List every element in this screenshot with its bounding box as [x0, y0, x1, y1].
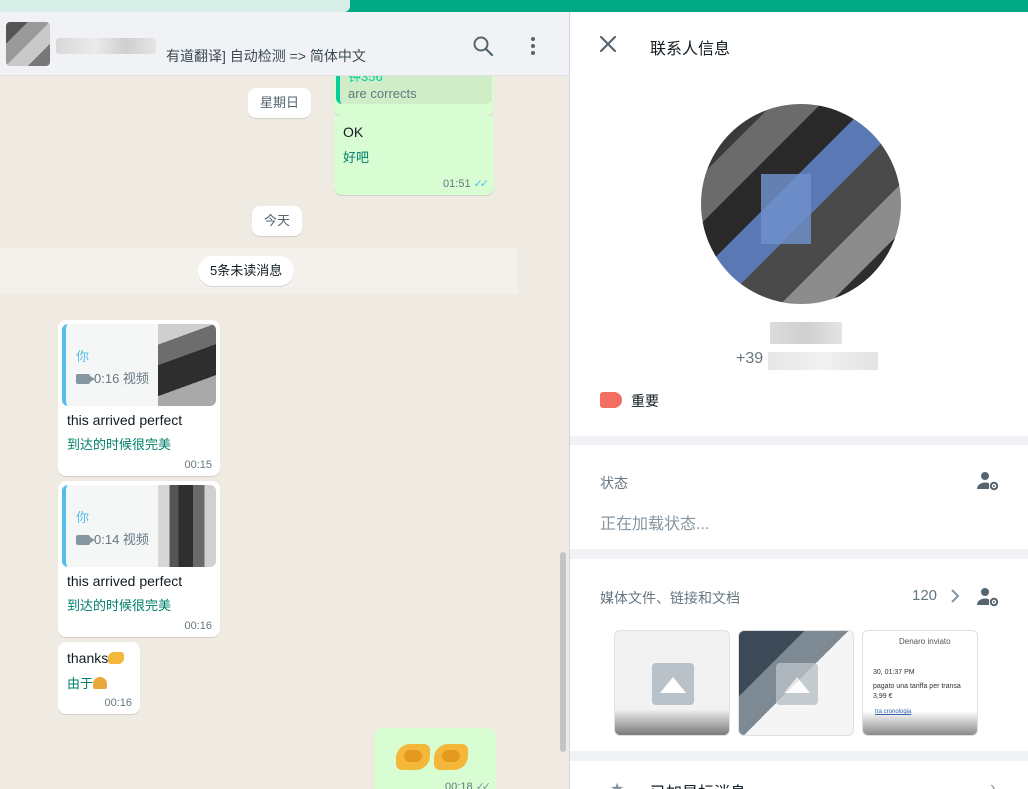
person-gear-icon[interactable] — [976, 469, 1000, 493]
media-thumbnail[interactable] — [614, 630, 730, 736]
profile-section: +39 重要 — [570, 74, 1028, 436]
label-tag-icon[interactable] — [600, 392, 622, 408]
quoted-text: are corrects — [348, 86, 417, 101]
person-gear-icon[interactable] — [976, 585, 1000, 609]
message-list[interactable]: 钟356 are corrects OK 好吧 01:51 ✓✓ 星期日 今天 5… — [0, 60, 569, 789]
video-thumbnail[interactable] — [158, 485, 216, 567]
media-count: 120 — [912, 587, 938, 604]
profile-photo[interactable] — [701, 104, 901, 304]
doc-line: pagato una tariffa per transa — [873, 683, 961, 690]
unread-count-chip: 5条未读消息 — [198, 256, 295, 286]
incoming-message[interactable]: 你 0:14 视频 this arrived perfect 到达的时候很完美 … — [58, 481, 220, 637]
media-thumbnail[interactable] — [738, 630, 854, 736]
chat-scrollbar[interactable] — [560, 552, 566, 752]
chevron-right-icon[interactable] — [948, 588, 962, 604]
contact-info-header: 联系人信息 — [570, 12, 1028, 74]
image-placeholder-icon — [652, 663, 694, 705]
contact-info-pane: 联系人信息 +39 重要 状态 正在加载状态... 媒体文件、链接和文档 120 — [569, 12, 1028, 789]
doc-line: 3,99 € — [873, 693, 893, 700]
double-check-icon: ✓✓ — [473, 178, 490, 190]
message-text: this arrived perfect — [67, 412, 183, 428]
contact-name-blurred — [770, 322, 842, 344]
search-icon[interactable] — [471, 34, 495, 58]
doc-title: Denaro inviato — [899, 637, 951, 646]
unread-banner: 5条未读消息 — [0, 248, 518, 294]
close-icon[interactable] — [598, 34, 618, 54]
contact-info-title: 联系人信息 — [650, 41, 731, 58]
incoming-message[interactable]: 你 0:16 视频 this arrived perfect 到达的时候很完美 … — [58, 320, 220, 476]
double-check-icon: ✓✓ — [475, 781, 492, 789]
browser-tab[interactable] — [0, 0, 350, 12]
status-value: 正在加载状态... — [600, 516, 710, 533]
message-time: 00:15 — [184, 459, 212, 471]
message-translation: 由于 — [67, 673, 108, 692]
outgoing-message[interactable]: OK 好吧 01:51 ✓✓ — [334, 116, 494, 195]
quoted-author: 你 — [76, 510, 90, 525]
message-translation: 好吧 — [343, 150, 370, 165]
media-section[interactable]: 媒体文件、链接和文档 120 Denaro inviato 30, 01:37 … — [570, 559, 1028, 751]
video-thumbnail[interactable] — [158, 324, 216, 406]
message-time: 00:16 — [184, 620, 212, 632]
message-translation: 到达的时候很完美 — [67, 598, 172, 613]
message-translation: 到达的时候很完美 — [67, 437, 172, 452]
chat-header-title: 有道翻译] 自动检测 => 简体中文 — [166, 48, 366, 64]
message-text: OK — [343, 124, 364, 140]
star-icon: ★ — [610, 779, 624, 789]
date-chip-today: 今天 — [252, 206, 303, 236]
chat-pane: 有道翻译] 自动检测 => 简体中文 钟356 are corrects OK … — [0, 12, 569, 789]
message-text: thanks — [67, 650, 125, 666]
video-duration: 0:14 视频 — [76, 529, 149, 548]
chevron-right-icon: › — [990, 779, 996, 789]
starred-messages-row[interactable]: ★ 已加星标消息 › — [570, 761, 1028, 789]
status-label: 状态 — [600, 475, 628, 491]
quoted-author: 你 — [76, 349, 90, 364]
label-name[interactable]: 重要 — [631, 391, 659, 411]
handshake-emoji-icon — [396, 744, 472, 773]
handshake-emoji-icon — [108, 652, 125, 664]
incoming-message[interactable]: thanks 由于 00:16 — [58, 642, 140, 714]
video-duration: 0:16 视频 — [76, 368, 149, 387]
doc-link: tra cronologia — [875, 709, 912, 715]
contact-avatar[interactable] — [6, 22, 50, 66]
message-text: this arrived perfect — [67, 573, 183, 589]
heart-emoji-icon — [93, 677, 108, 689]
media-label: 媒体文件、链接和文档 — [600, 590, 740, 606]
starred-messages-label: 已加星标消息 — [650, 779, 746, 789]
outgoing-message[interactable]: 00:18 ✓✓ — [374, 728, 496, 789]
message-time: 00:18 ✓✓ — [445, 780, 492, 789]
status-section: 状态 正在加载状态... — [570, 445, 1028, 549]
app-top-bar — [0, 0, 1028, 12]
camera-icon — [76, 374, 95, 384]
phone-number-blurred — [768, 352, 878, 370]
menu-icon[interactable] — [521, 34, 545, 58]
doc-line: 30, 01:37 PM — [873, 669, 915, 676]
message-time: 00:16 — [104, 697, 132, 709]
contact-name-blurred — [56, 38, 156, 54]
document-thumbnail[interactable]: Denaro inviato 30, 01:37 PM pagato una t… — [862, 630, 978, 736]
phone-number: +39 — [736, 350, 764, 367]
message-time: 01:51 ✓✓ — [443, 178, 490, 190]
camera-icon — [76, 535, 95, 545]
chat-header[interactable]: 有道翻译] 自动检测 => 简体中文 — [0, 12, 569, 76]
image-placeholder-icon — [776, 663, 818, 705]
date-chip-sunday: 星期日 — [248, 88, 312, 118]
